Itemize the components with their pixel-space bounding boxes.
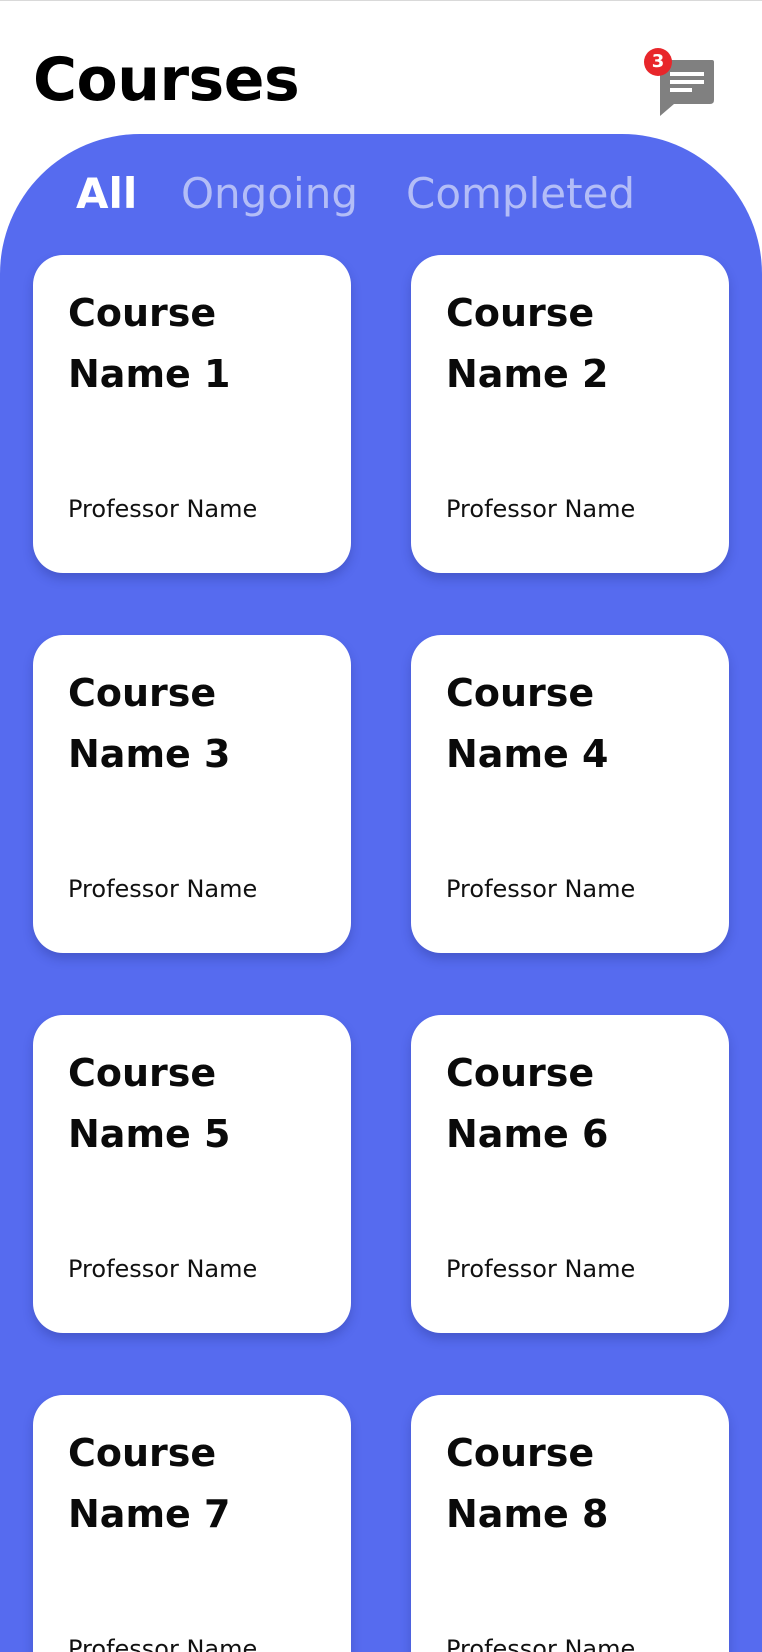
course-name: Course Name 5 — [68, 1051, 231, 1156]
tab-completed[interactable]: Completed — [406, 166, 635, 222]
course-card-1[interactable]: Course Name 1 Professor Name — [33, 255, 351, 573]
professor-name: Professor Name — [68, 875, 258, 903]
course-card-7[interactable]: Course Name 7 Professor Name — [33, 1395, 351, 1652]
professor-name: Professor Name — [446, 495, 636, 523]
tab-ongoing[interactable]: Ongoing — [181, 166, 358, 222]
professor-name: Professor Name — [68, 1255, 258, 1283]
professor-name: Professor Name — [68, 495, 258, 523]
course-name: Course Name 4 — [446, 671, 609, 776]
course-name: Course Name 7 — [68, 1431, 231, 1536]
course-card-5[interactable]: Course Name 5 Professor Name — [33, 1015, 351, 1333]
top-divider — [0, 0, 762, 1]
messages-button[interactable]: 3 — [640, 46, 720, 122]
course-name: Course Name 3 — [68, 671, 231, 776]
professor-name: Professor Name — [68, 1635, 258, 1652]
courses-screen: Courses 3 All Ongoing Completed Course N… — [0, 0, 762, 1652]
course-name: Course Name 1 — [68, 291, 231, 396]
page-title: Courses — [33, 45, 300, 115]
professor-name: Professor Name — [446, 1255, 636, 1283]
unread-badge: 3 — [644, 48, 672, 76]
course-name: Course Name 6 — [446, 1051, 609, 1156]
tab-all[interactable]: All — [76, 166, 137, 222]
course-card-3[interactable]: Course Name 3 Professor Name — [33, 635, 351, 953]
professor-name: Professor Name — [446, 875, 636, 903]
course-filter-tabs: All Ongoing Completed — [0, 166, 762, 226]
course-card-8[interactable]: Course Name 8 Professor Name — [411, 1395, 729, 1652]
course-card-6[interactable]: Course Name 6 Professor Name — [411, 1015, 729, 1333]
course-card-4[interactable]: Course Name 4 Professor Name — [411, 635, 729, 953]
course-name: Course Name 2 — [446, 291, 609, 396]
course-card-2[interactable]: Course Name 2 Professor Name — [411, 255, 729, 573]
course-name: Course Name 8 — [446, 1431, 609, 1536]
professor-name: Professor Name — [446, 1635, 636, 1652]
